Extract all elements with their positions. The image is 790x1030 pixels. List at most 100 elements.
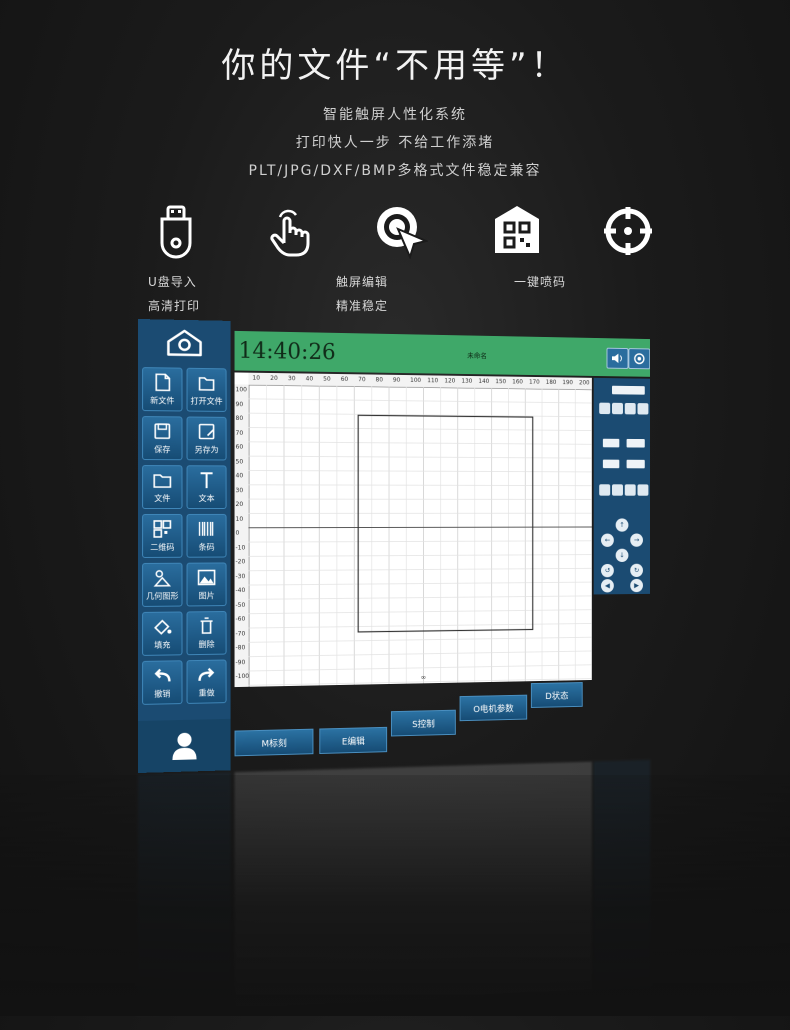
text-icon bbox=[196, 469, 218, 491]
ruler-tick-label: 60 bbox=[236, 444, 244, 451]
ruler-tick-label: 190 bbox=[562, 379, 573, 386]
arrow-left-icon[interactable]: ← bbox=[601, 534, 614, 547]
tool-label: 图片 bbox=[199, 590, 215, 601]
tool-label: 二维码 bbox=[150, 542, 174, 553]
ruler-tick-label: 30 bbox=[288, 375, 296, 382]
ruler-tick-label: 50 bbox=[323, 376, 330, 383]
save-button[interactable]: 保存 bbox=[142, 416, 182, 460]
tool-label: 撤销 bbox=[154, 688, 170, 699]
fill-icon bbox=[151, 616, 173, 638]
print-area-frame bbox=[358, 415, 533, 632]
ruler-tick-label: 20 bbox=[270, 375, 278, 382]
undo-icon bbox=[151, 664, 173, 686]
ruler-tick-label: 20 bbox=[236, 501, 244, 508]
canvas-bottom-label: ∞ bbox=[421, 674, 427, 682]
layout-button[interactable] bbox=[612, 484, 623, 495]
ruler-tick-label: 130 bbox=[461, 378, 472, 385]
align-button[interactable] bbox=[625, 403, 636, 414]
ruler-tick-label: 110 bbox=[427, 377, 438, 384]
rotate-left-icon[interactable]: ↺ bbox=[601, 564, 614, 577]
ruler-tick-label: 40 bbox=[306, 375, 313, 382]
file-name: 未命名 bbox=[467, 351, 487, 361]
save-as-button[interactable]: 另存为 bbox=[187, 416, 227, 460]
grid-line bbox=[248, 623, 591, 628]
align-button[interactable] bbox=[599, 403, 610, 415]
home-button[interactable] bbox=[138, 323, 231, 362]
status-bar: 14:40:26 未命名 bbox=[235, 331, 651, 377]
undo-button[interactable]: 撤销 bbox=[142, 660, 182, 705]
vertical-ruler: 1009080706050403020100-10-20-30-40-50-60… bbox=[235, 384, 250, 687]
ruler-tick-label: 80 bbox=[236, 415, 244, 422]
image-button[interactable]: 图片 bbox=[187, 562, 227, 606]
ruler-tick-label: 180 bbox=[546, 379, 557, 386]
grid-line bbox=[248, 568, 591, 570]
layout-button[interactable] bbox=[625, 484, 636, 495]
user-button[interactable] bbox=[138, 719, 231, 773]
save-as-icon bbox=[196, 421, 218, 443]
ruler-tick-label: -100 bbox=[236, 673, 250, 680]
redo-button[interactable]: 重做 bbox=[187, 660, 227, 704]
ruler-tick-label: 90 bbox=[393, 377, 400, 384]
settings-button[interactable] bbox=[628, 348, 650, 369]
grid-line bbox=[248, 555, 591, 557]
ruler-tick-label: 70 bbox=[358, 376, 365, 383]
grid-line bbox=[248, 610, 591, 614]
ruler-tick-label: 200 bbox=[579, 380, 590, 387]
tab-mark[interactable]: M标刻 bbox=[235, 729, 314, 757]
save-icon bbox=[151, 420, 173, 442]
layout-button[interactable] bbox=[638, 484, 649, 495]
align-button[interactable] bbox=[612, 403, 623, 414]
ruler-tick-label: 170 bbox=[529, 379, 540, 386]
size-field[interactable] bbox=[603, 439, 619, 448]
tab-edit[interactable]: E编辑 bbox=[319, 727, 387, 754]
tab-motor-params[interactable]: O电机参数 bbox=[460, 695, 528, 722]
ruler-tick-label: 0 bbox=[236, 530, 240, 537]
open-file-button[interactable]: 打开文件 bbox=[187, 368, 227, 412]
position-field[interactable] bbox=[627, 460, 645, 469]
tool-label: 保存 bbox=[154, 444, 170, 455]
trash-icon bbox=[196, 615, 218, 637]
move-right-icon[interactable]: ▶ bbox=[630, 579, 643, 592]
grid-line bbox=[248, 637, 591, 642]
arrow-right-icon[interactable]: → bbox=[630, 534, 643, 547]
arrow-up-icon[interactable]: ↑ bbox=[616, 518, 629, 531]
text-button[interactable]: 文本 bbox=[187, 465, 227, 509]
reflection-fade bbox=[0, 775, 790, 1016]
barcode-button[interactable]: 条码 bbox=[187, 514, 227, 558]
font-field[interactable] bbox=[612, 386, 645, 395]
device-screen: 14:40:26 未命名 102030405060708090100110120… bbox=[138, 319, 650, 773]
layout-button[interactable] bbox=[599, 484, 610, 495]
arrow-down-icon[interactable]: ↓ bbox=[616, 549, 629, 562]
grid-line bbox=[248, 596, 591, 599]
file-button[interactable]: 文件 bbox=[142, 465, 182, 509]
position-field[interactable] bbox=[603, 460, 619, 469]
delete-button[interactable]: 删除 bbox=[187, 611, 227, 655]
align-button[interactable] bbox=[638, 403, 649, 414]
open-folder-icon bbox=[196, 372, 218, 394]
ruler-tick-label: -30 bbox=[236, 573, 246, 580]
ruler-tick-label: -20 bbox=[236, 558, 246, 565]
fill-button[interactable]: 填充 bbox=[142, 611, 182, 655]
ruler-tick-label: -90 bbox=[236, 659, 246, 666]
tool-label: 新文件 bbox=[150, 395, 174, 406]
volume-button[interactable] bbox=[607, 348, 629, 369]
new-file-button[interactable]: 新文件 bbox=[142, 367, 182, 411]
ruler-tick-label: 160 bbox=[512, 379, 523, 386]
size-field[interactable] bbox=[627, 439, 645, 448]
rotate-right-icon[interactable]: ↻ bbox=[630, 564, 643, 577]
ruler-tick-label: 40 bbox=[236, 472, 244, 479]
ruler-tick-label: 140 bbox=[478, 378, 489, 385]
tool-label: 填充 bbox=[154, 640, 170, 651]
drawing-canvas[interactable]: 1020304050607080901001101201301401501601… bbox=[235, 372, 592, 687]
tab-control[interactable]: S控制 bbox=[391, 710, 456, 737]
ruler-tick-label: 10 bbox=[236, 515, 244, 522]
move-left-icon[interactable]: ◀ bbox=[601, 579, 614, 592]
shape-button[interactable]: 几何图形 bbox=[142, 563, 182, 607]
grid-line bbox=[248, 485, 591, 486]
ruler-tick-label: 120 bbox=[444, 378, 455, 385]
tab-status[interactable]: D状态 bbox=[531, 682, 583, 708]
new-file-icon bbox=[151, 371, 173, 393]
ruler-tick-label: 70 bbox=[236, 429, 244, 436]
canvas-grid: ∞ bbox=[248, 385, 591, 687]
qr-code-button[interactable]: 二维码 bbox=[142, 514, 182, 558]
